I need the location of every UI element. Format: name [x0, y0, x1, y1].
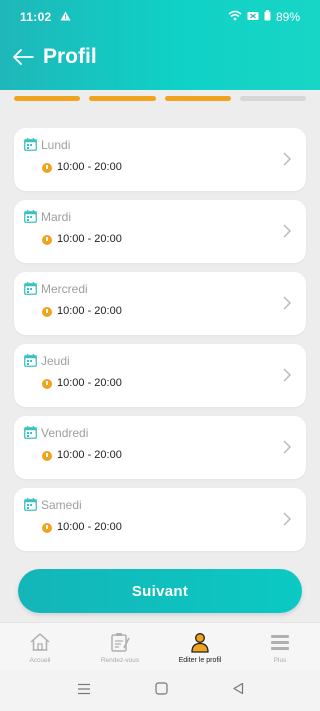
schedule-card-mardi[interactable]: Mardi 10:00 - 20:00 — [14, 200, 306, 263]
home-icon — [29, 631, 51, 653]
calendar-icon — [24, 498, 37, 511]
clock-icon — [42, 163, 52, 173]
chevron-right-icon — [282, 511, 292, 527]
day-label: Jeudi — [41, 354, 70, 368]
chevron-right-icon — [282, 439, 292, 455]
progress-step — [14, 96, 81, 101]
app-header: 11:02 89% Profil — [0, 0, 320, 90]
opening-hours: 10:00 - 20:00 — [57, 521, 122, 533]
bottom-nav: Accueil Rendez-vous Editer le profil Plu… — [0, 622, 320, 670]
step-progress — [14, 96, 306, 101]
day-label: Mardi — [41, 210, 72, 224]
schedule-card-lundi[interactable]: Lundi 10:00 - 20:00 — [14, 128, 306, 191]
status-bar: 11:02 89% — [0, 0, 320, 34]
calendar-icon — [24, 282, 37, 295]
day-label: Vendredi — [41, 426, 89, 440]
opening-hours: 10:00 - 20:00 — [57, 233, 122, 245]
clock-icon — [42, 379, 52, 389]
nav-item-accueil[interactable]: Accueil — [0, 623, 80, 670]
clock-icon — [42, 523, 52, 533]
nav-item-plus[interactable]: Plus — [240, 623, 320, 670]
day-label: Lundi — [41, 138, 71, 152]
day-label: Samedi — [41, 498, 82, 512]
nav-item-editer-profil[interactable]: Editer le profil — [160, 623, 240, 670]
status-icons: 89% — [228, 10, 300, 24]
chevron-right-icon — [282, 295, 292, 311]
opening-hours: 10:00 - 20:00 — [57, 161, 122, 173]
calendar-icon — [24, 426, 37, 439]
chevron-right-icon — [282, 151, 292, 167]
clock-icon — [42, 235, 52, 245]
calendar-icon — [24, 138, 37, 151]
progress-step — [164, 96, 231, 101]
menu-icon — [269, 631, 291, 653]
calendar-icon — [24, 354, 37, 367]
back-arrow-icon[interactable] — [12, 46, 38, 68]
home-button-icon[interactable] — [154, 681, 168, 700]
status-time: 11:02 — [20, 10, 52, 24]
back-icon[interactable] — [232, 682, 244, 700]
schedule-card-vendredi[interactable]: Vendredi 10:00 - 20:00 — [14, 416, 306, 479]
chevron-right-icon — [282, 223, 292, 239]
system-nav-bar — [0, 670, 320, 711]
schedule-card-mercredi[interactable]: Mercredi 10:00 - 20:00 — [14, 272, 306, 335]
opening-hours: 10:00 - 20:00 — [57, 449, 122, 461]
clock-icon — [42, 451, 52, 461]
warning-icon — [60, 10, 71, 24]
calendar-icon — [24, 210, 37, 223]
opening-hours: 10:00 - 20:00 — [57, 377, 122, 389]
nav-label: Rendez-vous — [100, 657, 140, 664]
title-row: Profil — [12, 40, 97, 74]
nav-label: Plus — [273, 657, 287, 664]
nav-label: Accueil — [29, 657, 51, 664]
appointment-icon — [109, 631, 131, 653]
schedule-card-jeudi[interactable]: Jeudi 10:00 - 20:00 — [14, 344, 306, 407]
battery-percent: 89% — [275, 10, 300, 24]
battery-saver-icon — [247, 10, 259, 24]
day-label: Mercredi — [41, 282, 88, 296]
nav-item-rendez-vous[interactable]: Rendez-vous — [80, 623, 160, 670]
schedule-list: Lundi 10:00 - 20:00 Mardi 10:00 - 20:00 … — [0, 116, 320, 560]
profile-icon — [189, 631, 211, 653]
page-title: Profil — [43, 45, 97, 68]
progress-step — [239, 96, 306, 101]
chevron-right-icon — [282, 367, 292, 383]
next-button[interactable]: Suivant — [18, 569, 302, 613]
progress-step — [89, 96, 156, 101]
opening-hours: 10:00 - 20:00 — [57, 305, 122, 317]
wifi-icon — [228, 10, 242, 24]
recents-icon[interactable] — [77, 682, 91, 700]
nav-label: Editer le profil — [178, 657, 222, 664]
schedule-card-samedi[interactable]: Samedi 10:00 - 20:00 — [14, 488, 306, 551]
battery-icon — [264, 10, 271, 24]
clock-icon — [42, 307, 52, 317]
